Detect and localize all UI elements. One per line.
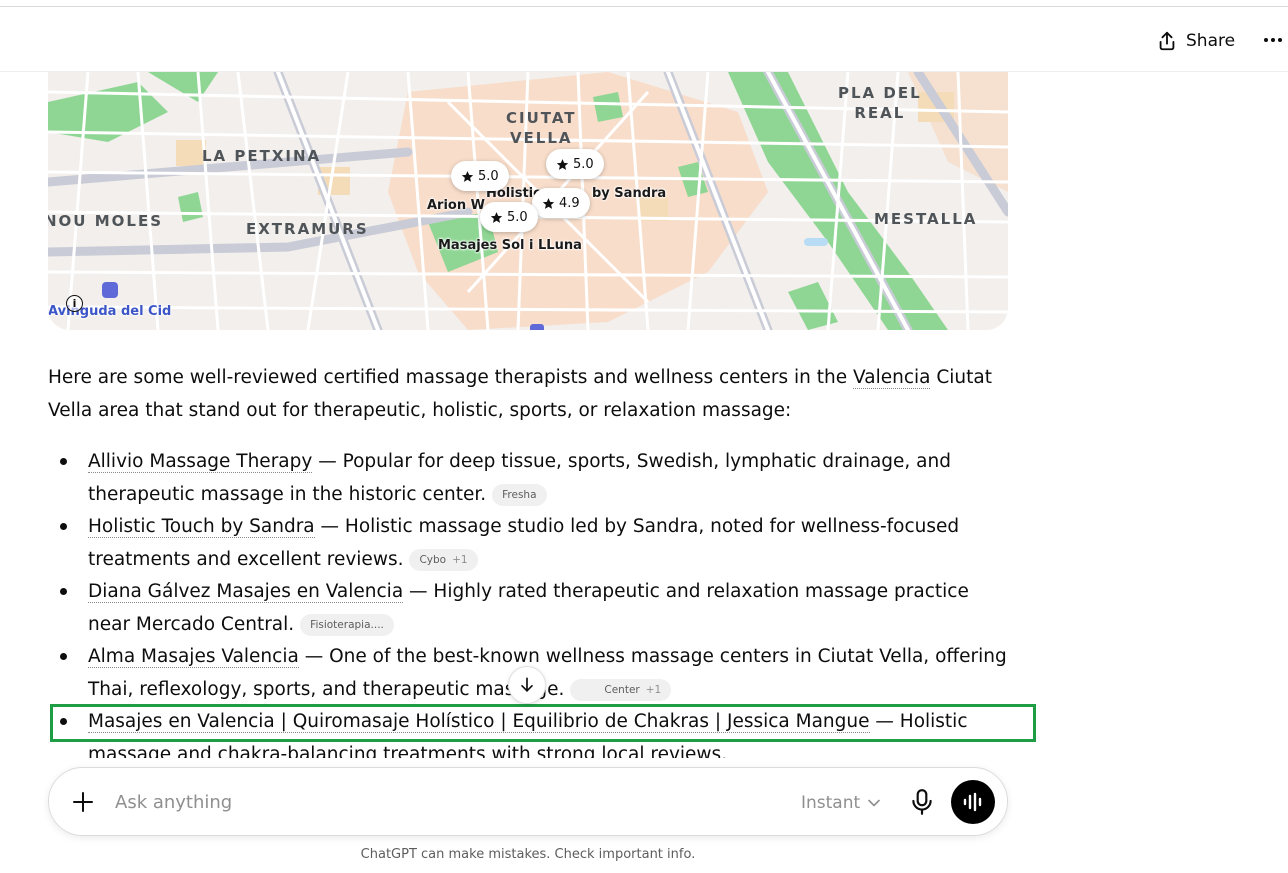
microphone-icon[interactable] (909, 788, 935, 816)
map-place-label[interactable]: Masajes Sol i LLuna (438, 238, 582, 253)
dot-icon (1278, 38, 1282, 42)
waveform-icon (963, 792, 982, 812)
map-district-label: EXTRAMURS (246, 220, 369, 238)
star-icon (556, 158, 569, 170)
map-district-label: CIUTAT VELLA (506, 109, 577, 147)
star-icon (490, 211, 503, 223)
disclaimer-text: ChatGPT can make mistakes. Check importa… (360, 847, 696, 862)
voice-mode-button[interactable] (951, 780, 995, 824)
prompt-input[interactable] (115, 788, 675, 816)
map-district-label: NOU MOLES (48, 212, 163, 230)
therapist-link[interactable]: Masajes en Valencia | Quiromasaje Holíst… (88, 711, 870, 733)
map-rating-pin[interactable]: 4.9 (532, 188, 590, 218)
map-info-icon[interactable]: i (66, 295, 83, 312)
arrow-down-icon (521, 677, 533, 692)
transit-icon (530, 324, 544, 330)
valencia-link[interactable]: Valencia (853, 367, 931, 389)
dot-icon (1271, 38, 1275, 42)
list-item: Holistic Touch by Sandra — Holistic mass… (48, 511, 1008, 576)
source-citation[interactable]: Center +1 (570, 678, 672, 701)
map-district-label: PLA DEL REAL (838, 84, 922, 122)
source-citation[interactable]: Fisioterapia.... (300, 613, 394, 636)
therapist-link[interactable]: Diana Gálvez Masajes en Valencia (88, 581, 404, 603)
dot-icon (1264, 38, 1268, 42)
more-options-button[interactable] (1261, 29, 1285, 51)
composer: Instant (48, 767, 1008, 836)
map-rating-pin[interactable]: 5.0 (546, 149, 604, 179)
map-widget[interactable]: CIUTAT VELLA PLA DEL REAL LA PETXINA NOU… (48, 72, 1008, 330)
scroll-to-bottom-button[interactable] (508, 666, 546, 704)
plus-icon[interactable] (69, 788, 97, 816)
therapist-link[interactable]: Alma Masajes Valencia (88, 646, 299, 668)
therapist-link[interactable]: Holistic Touch by Sandra (88, 516, 315, 538)
intro-paragraph: Here are some well-reviewed certified ma… (48, 367, 992, 421)
therapist-link[interactable]: Allivio Massage Therapy (88, 451, 313, 473)
transit-icon (102, 282, 118, 298)
source-citation[interactable]: Fresha (492, 483, 547, 506)
star-icon (542, 197, 555, 209)
chevron-down-icon (868, 799, 880, 807)
source-citation[interactable]: Cybo +1 (409, 548, 478, 571)
share-button[interactable]: Share (1156, 27, 1235, 55)
list-item: Allivio Massage Therapy — Popular for de… (48, 446, 1008, 511)
top-bar: Share (0, 7, 1288, 72)
star-icon (461, 170, 474, 182)
map-district-label: LA PETXINA (202, 147, 322, 165)
map-place-label[interactable]: Arion W (427, 198, 485, 213)
share-label: Share (1186, 31, 1236, 51)
map-rating-pin[interactable]: 5.0 (480, 202, 538, 232)
model-selector[interactable]: Instant (801, 790, 880, 816)
map-place-label[interactable]: by Sandra (592, 186, 666, 201)
therapist-list: Allivio Massage Therapy — Popular for de… (48, 446, 1008, 771)
list-item: Diana Gálvez Masajes en Valencia — Highl… (48, 576, 1008, 641)
map-district-label: MESTALLA (874, 210, 978, 228)
share-icon (1159, 31, 1175, 51)
map-rating-pin[interactable]: 5.0 (451, 161, 509, 191)
